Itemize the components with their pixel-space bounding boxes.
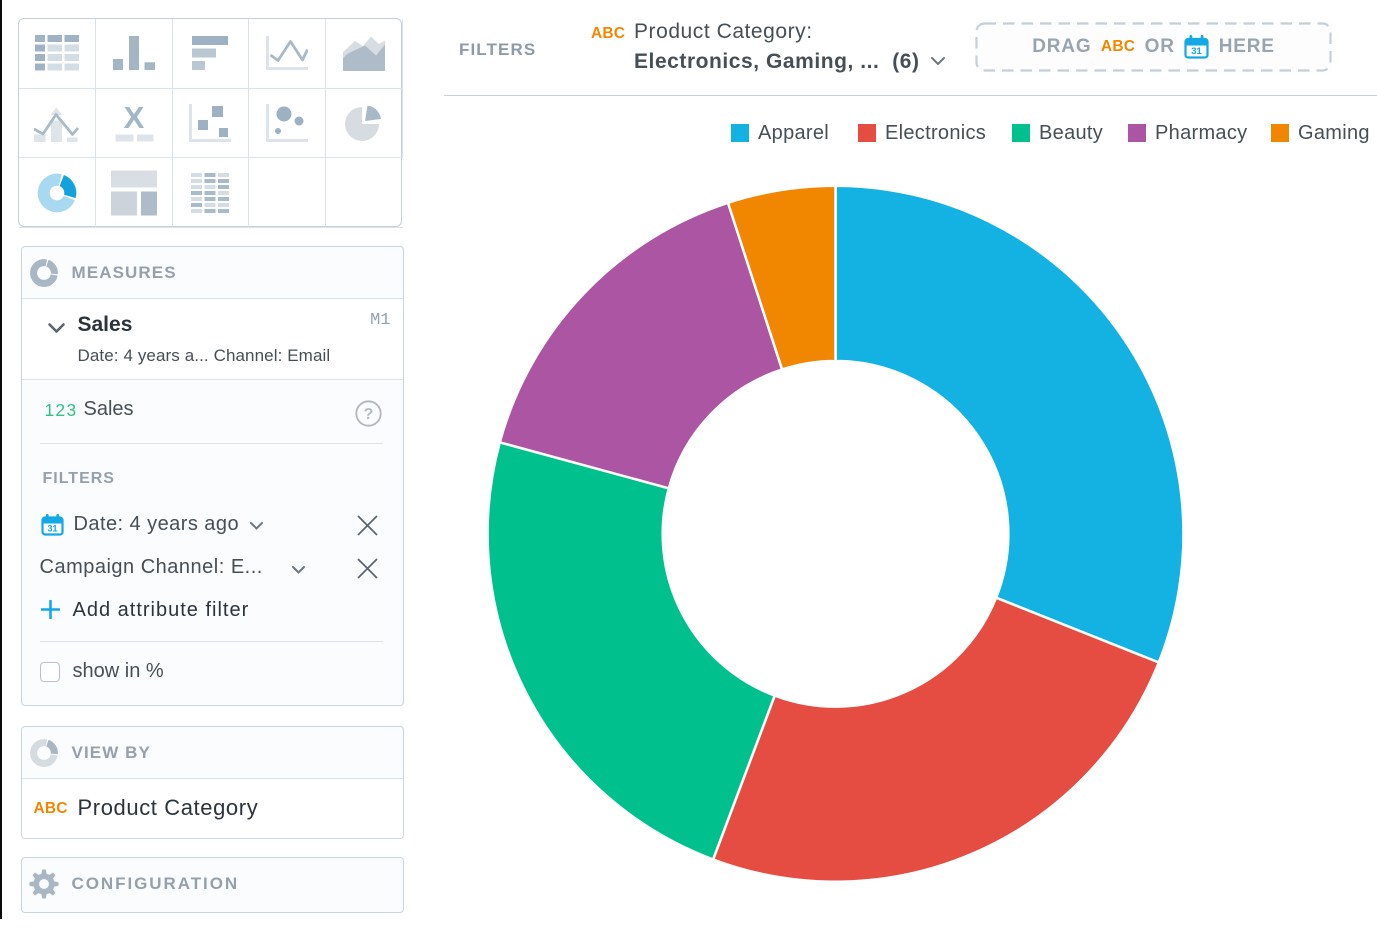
svg-text:X: X bbox=[123, 103, 144, 135]
svg-text:?: ? bbox=[363, 406, 373, 423]
svg-text:31: 31 bbox=[47, 524, 57, 534]
